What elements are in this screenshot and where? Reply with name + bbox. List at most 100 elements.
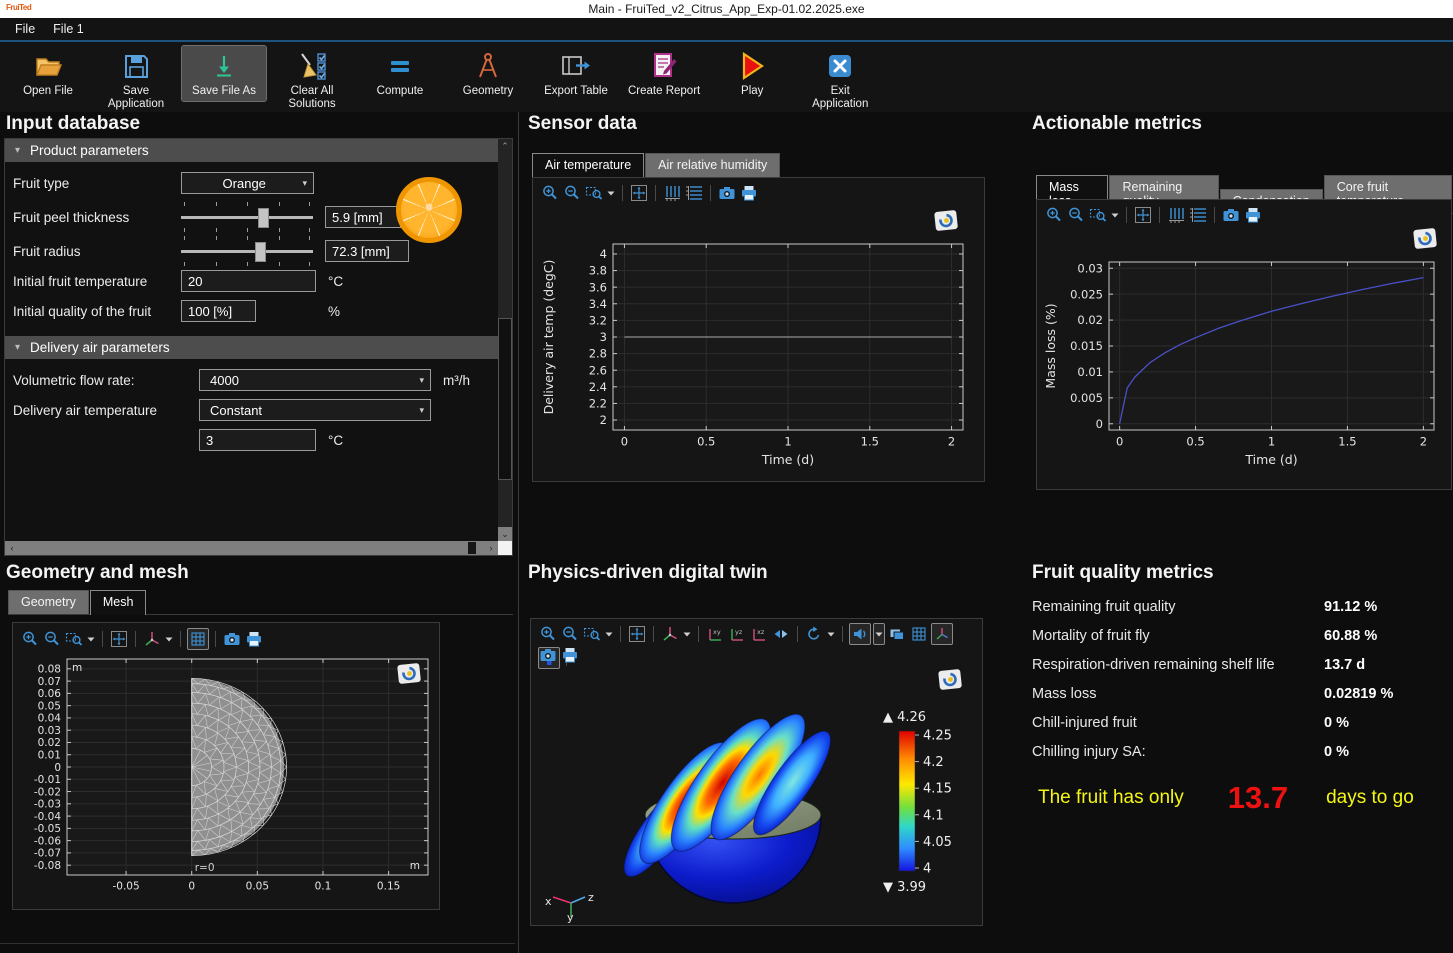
window-titlebar: FruiTed Main - FruiTed_v2_Citrus_App_Exp… [0,0,1453,18]
camera-icon[interactable] [538,645,558,665]
fruit-type-dropdown[interactable]: Orange ▾ [181,172,314,194]
zoom-in-icon[interactable] [538,624,558,644]
camera-icon[interactable] [717,183,737,203]
exit-application-button[interactable]: Exit Application [798,46,882,114]
zoom-in-icon[interactable] [540,183,560,203]
geometry-mesh-tabs: GeometryMesh [8,590,513,615]
initial-fruit-temperature-input[interactable] [181,270,316,292]
window-title: Main - FruiTed_v2_Citrus_App_Exp-01.02.2… [0,2,1453,16]
zoom-in-icon[interactable] [20,629,40,649]
initial-fruit-temperature-label: Initial fruit temperature [13,274,181,289]
svg-text:0.025: 0.025 [1070,287,1103,301]
volumetric-flow-rate-dropdown[interactable]: 4000 ▾ [199,369,431,391]
fit-icon[interactable] [629,183,649,203]
comsol-logo-icon [1413,228,1437,254]
zoom-out-icon[interactable] [1066,205,1086,225]
sensor-chart: 00.511.5222.22.42.62.833.23.43.63.84Time… [537,208,981,476]
zoom-out-icon[interactable] [42,629,62,649]
save-application-button[interactable]: Save Application [94,46,178,114]
camera-icon[interactable] [1221,205,1241,225]
clear-all-solutions-button[interactable]: Clear All Solutions [270,46,354,114]
print-icon[interactable] [1243,205,1263,225]
zoom-box-icon[interactable] [1088,205,1108,225]
menu-file-1[interactable]: File 1 [44,20,93,38]
zoom-in-icon[interactable] [1044,205,1064,225]
caret-icon[interactable] [164,629,174,649]
caret-icon[interactable] [606,183,616,203]
axes-3d-icon[interactable] [660,624,680,644]
delivery-air-temperature-value-input[interactable] [199,429,316,451]
y-grid-icon[interactable] [1188,205,1208,225]
fruit-peel-thickness-slider[interactable] [181,202,313,232]
export-table-button[interactable]: Export Table [534,46,618,101]
tab-air-temperature[interactable]: Air temperature [532,153,644,178]
play-button[interactable]: Play [710,46,794,101]
caret-icon[interactable] [604,624,614,644]
camera-icon[interactable] [222,629,242,649]
delivery-air-temperature-dropdown[interactable]: Constant ▾ [199,399,431,421]
view-xy-icon[interactable]: xy [705,624,725,644]
grid3d-icon[interactable] [909,624,929,644]
caret-icon[interactable] [682,624,692,644]
svg-text:3.6: 3.6 [589,280,607,294]
section-delivery-air-parameters[interactable]: ▾ Delivery air parameters [5,336,498,359]
print-icon[interactable] [560,645,580,665]
fruit-radius-slider[interactable] [181,236,313,266]
svg-text:Time (d): Time (d) [761,452,814,467]
save-application-icon [122,50,150,82]
caret-icon[interactable] [86,629,96,649]
x-grid-icon[interactable] [1166,205,1186,225]
layers-icon[interactable] [887,624,907,644]
caret-icon[interactable] [873,623,885,645]
menu-file[interactable]: File [6,20,44,38]
tab-geometry[interactable]: Geometry [8,590,89,614]
toolbar-separator [1159,207,1160,223]
geometry-button[interactable]: Geometry [446,46,530,101]
x-grid-icon[interactable] [662,183,682,203]
fruit-radius-value[interactable] [325,240,409,262]
tab-mesh[interactable]: Mesh [90,590,147,615]
zoom-out-icon[interactable] [562,183,582,203]
vertical-scrollbar[interactable]: ⌃ ⌄ [498,139,512,541]
caret-icon[interactable] [826,624,836,644]
zoom-box-icon[interactable] [584,183,604,203]
speaker-icon[interactable] [849,623,871,645]
y-grid-icon[interactable] [684,183,704,203]
alert-days-number: 13.7 [1228,780,1288,816]
fruit-peel-thickness-value[interactable] [325,206,401,228]
horizontal-scrollbar[interactable]: ‹ › [5,541,498,555]
fit-icon[interactable] [1133,205,1153,225]
toolbar-separator [710,185,711,201]
horizontal-scroll-thumb[interactable] [468,542,476,554]
fit-icon[interactable] [627,624,647,644]
view-yz-icon[interactable]: yz [727,624,747,644]
scroll-down-icon[interactable]: ⌄ [498,527,512,541]
fit-icon[interactable] [109,629,129,649]
section-product-parameters[interactable]: ▾ Product parameters [5,139,498,162]
svg-text:0.02: 0.02 [38,737,61,749]
compute-button[interactable]: Compute [358,46,442,101]
scroll-right-icon[interactable]: › [484,541,498,555]
mirror-icon[interactable] [771,624,791,644]
scroll-left-icon[interactable]: ‹ [5,541,19,555]
zoom-box-icon[interactable] [582,624,602,644]
tab-air-relative-humidity[interactable]: Air relative humidity [645,153,780,177]
print-icon[interactable] [244,629,264,649]
view-xz-icon[interactable]: xz [749,624,769,644]
grid-toggle-icon[interactable] [187,628,209,650]
vertical-scroll-thumb[interactable] [499,319,511,479]
scroll-up-icon[interactable]: ⌃ [498,139,512,153]
zoom-box-icon[interactable] [64,629,84,649]
initial-quality-input[interactable] [181,300,256,322]
alert-prefix: The fruit has only [1038,787,1184,809]
triad-icon[interactable] [931,623,953,645]
zoom-out-icon[interactable] [560,624,580,644]
caret-icon[interactable] [1110,205,1120,225]
open-file-button[interactable]: Open File [6,46,90,101]
create-report-button[interactable]: Create Report [622,46,706,101]
print-icon[interactable] [739,183,759,203]
rotate-icon[interactable] [804,624,824,644]
svg-text:0.015: 0.015 [1070,339,1103,353]
axes-3d-icon[interactable] [142,629,162,649]
save-file-as-button[interactable]: Save File As [182,46,266,101]
